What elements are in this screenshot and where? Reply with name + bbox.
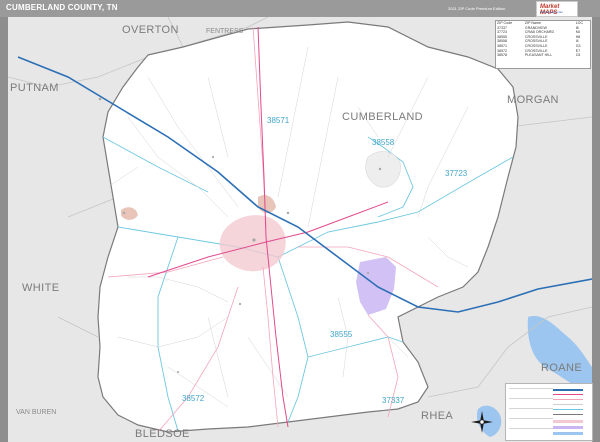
county-label-rhea: RHEA [421,410,453,422]
legend-swatch-state-route [553,399,583,400]
zip-label-37337: 37337 [382,396,405,405]
zip-label-38571: 38571 [267,116,290,125]
zip-label-37723: 37723 [445,169,468,178]
zip-code-table: ZIP Code ZIP Name LOC 37337 GRANDVIEW I8… [495,20,591,69]
legend-row [509,388,553,393]
county-label-putnam: PUTNAM [10,82,59,94]
legend-swatch-water [553,432,583,435]
legend-swatch-county-boundary [553,414,583,415]
zip-label-38555: 38555 [330,330,353,339]
map-frame: CUMBERLAND COUNTY, TN 2021 ZIP Code Prem… [0,0,600,442]
edition-label: 2021 ZIP Code Premium Edition [448,6,506,11]
legend-row [509,398,553,403]
map-legend [505,383,593,441]
county-label-roane: ROANE [541,362,582,374]
county-label-van-buren: VAN BUREN [16,409,56,416]
county-label-white: WHITE [22,282,59,294]
legend-swatch-zip-boundary [553,409,583,410]
zip-label-38572: 38572 [182,394,205,403]
county-label-overton: OVERTON [122,24,179,36]
legend-swatch-federal [553,426,583,429]
publisher-logo: Market MAPS marketmaps.com [536,1,578,17]
legend-swatch-us-route [553,394,583,395]
zip-table-row: 38578 PLEASANT HILL C5 [496,53,590,58]
map-title: CUMBERLAND COUNTY, TN [6,3,118,12]
legend-swatch-interstate [553,389,583,391]
legend-row [509,428,553,433]
north-arrow-icon [471,411,493,433]
zip-table-grid: ZIP Code ZIP Name LOC 37337 GRANDVIEW I8… [496,21,590,58]
title-bar: CUMBERLAND COUNTY, TN 2021 ZIP Code Prem… [0,0,600,17]
county-label-morgan: MORGAN [507,94,559,106]
legend-swatch-urban [553,420,583,423]
zip-table-cell: 38578 [497,53,507,58]
zip-label-38558: 38558 [372,138,395,147]
legend-row [509,418,553,423]
county-label-fentress: FENTRESS [206,28,244,35]
zip-table-cell: PLEASANT HILL [524,53,553,58]
zip-table-cell: C5 [575,53,581,58]
logo-subtext: marketmaps.com [540,10,564,14]
county-label-bledsoe: BLEDSOE [135,428,190,440]
legend-row [509,408,553,413]
map-canvas: OVERTON FENTRESS PUTNAM CUMBERLAND MORGA… [8,17,592,442]
county-label-cumberland: CUMBERLAND [342,111,423,123]
legend-swatch-local-road [553,404,583,405]
